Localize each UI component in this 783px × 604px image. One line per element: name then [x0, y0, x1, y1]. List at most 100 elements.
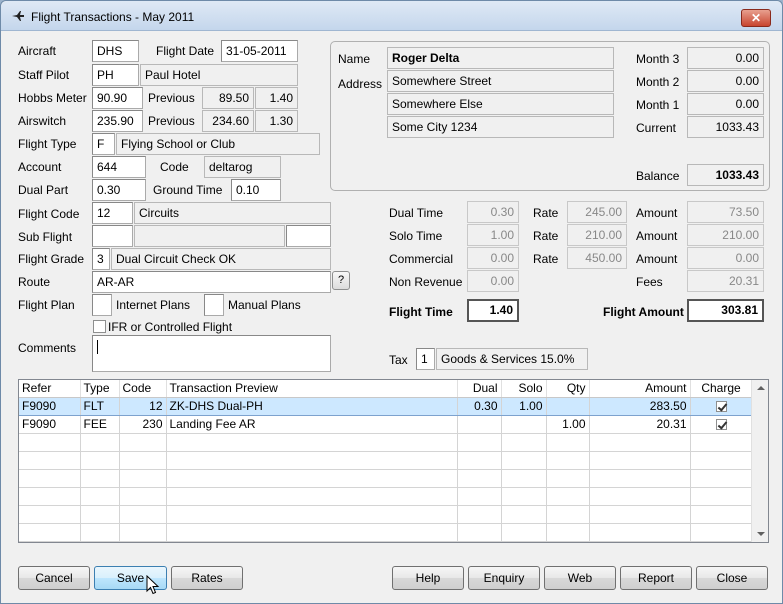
solo-rate-field: 210.00: [567, 224, 627, 246]
flight-code-name-field: Circuits: [134, 202, 331, 224]
column-charge[interactable]: Charge: [690, 380, 753, 398]
column-dual[interactable]: Dual: [457, 380, 502, 398]
dual-part-field[interactable]: 0.30: [92, 179, 146, 201]
aircraft-field[interactable]: DHS: [92, 40, 139, 62]
cell-type: FLT: [80, 396, 120, 416]
address-line-2: Somewhere Else: [387, 93, 614, 115]
current-field: 1033.43: [687, 116, 764, 138]
charge-checkbox[interactable]: [715, 419, 727, 431]
cell-refer: F9090: [19, 396, 81, 416]
column-refer[interactable]: Refer: [19, 380, 81, 398]
close-button[interactable]: Close: [696, 566, 768, 590]
flight-date-field[interactable]: 31-05-2011: [221, 40, 298, 62]
non-revenue-field: 0.00: [467, 270, 519, 292]
cell-charge: [690, 415, 753, 434]
sub-flight-name-field: [134, 225, 285, 247]
hobbs-meter-field[interactable]: 90.90: [92, 87, 143, 109]
aircraft-icon: [12, 11, 24, 21]
sub-flight-label: Sub Flight: [18, 230, 73, 244]
commercial-label: Commercial: [389, 252, 454, 266]
address-line-3: Some City 1234: [387, 116, 614, 138]
empty-row: [19, 469, 753, 488]
empty-row: [19, 487, 753, 506]
scroll-up-arrow-icon[interactable]: [757, 386, 765, 390]
window-close-button[interactable]: ✕: [741, 9, 771, 27]
fees-field: 20.31: [687, 270, 764, 292]
column-preview[interactable]: Transaction Preview: [166, 380, 458, 398]
cell-qty: 1.00: [546, 415, 590, 434]
grid-vertical-scrollbar[interactable]: [751, 380, 768, 542]
solo-amount-field: 210.00: [687, 224, 764, 246]
solo-time-label: Solo Time: [389, 229, 443, 243]
airswitch-previous-field: 234.60: [202, 110, 254, 132]
table-row[interactable]: F9090 FLT 12 ZK-DHS Dual-PH 0.30 1.00 28…: [19, 396, 753, 416]
transactions-grid[interactable]: Refer Type Code Transaction Preview Dual…: [18, 379, 769, 543]
tax-name-field: Goods & Services 15.0%: [436, 348, 588, 370]
month1-label: Month 1: [636, 98, 680, 112]
web-button[interactable]: Web: [544, 566, 616, 590]
tax-code-field[interactable]: 1: [416, 348, 435, 370]
route-field[interactable]: AR-AR: [92, 271, 331, 293]
dual-part-label: Dual Part: [18, 183, 69, 197]
sub-flight-extra-field[interactable]: [286, 225, 331, 247]
rates-button[interactable]: Rates: [171, 566, 243, 590]
account-field[interactable]: 644: [92, 156, 146, 178]
internet-plans-label: Internet Plans: [116, 298, 191, 312]
cell-solo: [501, 415, 547, 434]
help-button[interactable]: Help: [392, 566, 464, 590]
enquiry-button-label: Enquiry: [483, 571, 525, 585]
table-row[interactable]: F9090 FEE 230 Landing Fee AR 1.00 20.31: [19, 415, 753, 434]
column-type[interactable]: Type: [80, 380, 120, 398]
cell-preview: ZK-DHS Dual-PH: [166, 396, 458, 416]
flight-amount-label: Flight Amount: [603, 305, 684, 319]
tax-label: Tax: [389, 353, 408, 367]
ground-time-field[interactable]: 0.10: [231, 179, 281, 201]
cell-refer: F9090: [19, 415, 81, 434]
manual-plans-field[interactable]: [204, 294, 224, 316]
route-help-button[interactable]: ?: [332, 271, 350, 290]
flight-plan-label: Flight Plan: [18, 298, 75, 312]
flight-type-code-field[interactable]: F: [92, 133, 115, 155]
airswitch-field[interactable]: 235.90: [92, 110, 143, 132]
address-label: Address: [338, 77, 383, 91]
scroll-down-arrow-icon[interactable]: [757, 532, 765, 536]
column-solo[interactable]: Solo: [501, 380, 547, 398]
charge-checkbox[interactable]: [715, 401, 727, 413]
commercial-amount-field: 0.00: [687, 247, 764, 269]
sub-flight-field[interactable]: [92, 225, 133, 247]
empty-row: [19, 433, 753, 452]
help-button-label: Help: [415, 571, 441, 585]
name-label: Name: [338, 52, 371, 66]
flight-grade-code-field[interactable]: 3: [92, 248, 110, 270]
month2-field: 0.00: [687, 70, 764, 92]
mouse-pointer-icon: [146, 575, 160, 595]
cancel-button[interactable]: Cancel: [18, 566, 90, 590]
ifr-label: IFR or Controlled Flight: [108, 320, 233, 334]
report-button[interactable]: Report: [620, 566, 692, 590]
comments-field[interactable]: [92, 335, 331, 372]
close-button-label: Close: [716, 571, 748, 585]
enquiry-button[interactable]: Enquiry: [468, 566, 540, 590]
member-name-field: Roger Delta: [387, 47, 614, 69]
dual-rate-label: Rate: [533, 206, 559, 220]
transactions-table: Refer Type Code Transaction Preview Dual…: [19, 380, 753, 542]
cell-charge: [690, 396, 753, 416]
column-amount[interactable]: Amount: [589, 380, 691, 398]
internet-plans-field[interactable]: [92, 294, 112, 316]
staff-pilot-code-field[interactable]: PH: [92, 64, 139, 86]
cell-type: FEE: [80, 415, 120, 434]
hobbs-diff-field: 1.40: [255, 87, 298, 109]
month2-label: Month 2: [636, 75, 680, 89]
column-code[interactable]: Code: [119, 380, 167, 398]
web-button-label: Web: [567, 571, 593, 585]
column-qty[interactable]: Qty: [546, 380, 590, 398]
flight-code-field[interactable]: 12: [92, 202, 133, 224]
cell-preview: Landing Fee AR: [166, 415, 458, 434]
balance-field: 1033.43: [687, 164, 764, 186]
hobbs-previous-label: Previous: [148, 91, 195, 105]
empty-row: [19, 523, 753, 542]
dual-rate-field: 245.00: [567, 201, 627, 223]
ifr-checkbox[interactable]: [93, 320, 106, 333]
window-title: Flight Transactions - May 2011: [31, 10, 195, 24]
cell-code: 230: [119, 415, 167, 434]
